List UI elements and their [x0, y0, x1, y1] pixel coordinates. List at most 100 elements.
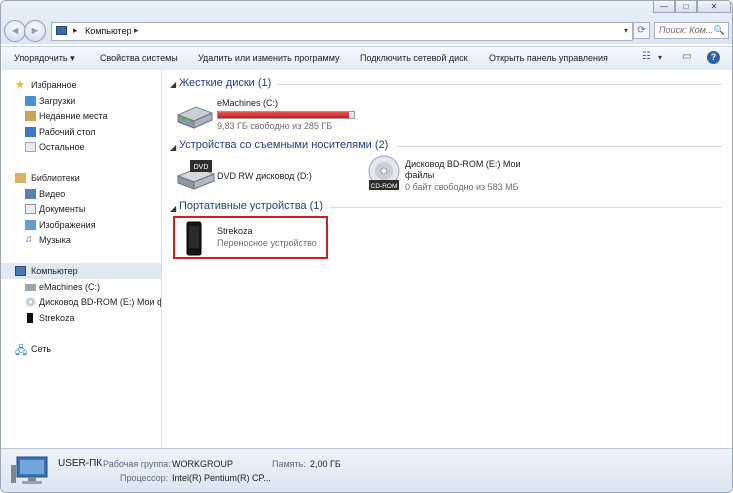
- star-icon: ★: [15, 79, 25, 91]
- group-divider: [397, 146, 722, 147]
- sidebar-item-label: Компьютер: [31, 266, 78, 276]
- workgroup-label: Рабочая группа:: [103, 459, 171, 469]
- sidebar-item-desktop[interactable]: Рабочий стол: [1, 124, 161, 140]
- address-area: — □ ✕ ◄ ► ▸ Компьютер ▸ ▾ ⟳ Поиск: Ком..…: [1, 1, 732, 44]
- sidebar-item-label: Изображения: [39, 220, 96, 230]
- navigation-pane: ★ Избранное Загрузки Недавние места Рабо…: [1, 70, 162, 448]
- memory-label: Память:: [272, 459, 306, 469]
- collapse-arrow-icon[interactable]: ◢: [170, 80, 176, 89]
- chevron-down-icon[interactable]: ▾: [624, 26, 628, 35]
- hard-drive-icon: [25, 284, 36, 291]
- folder-icon: [25, 142, 36, 152]
- bd-rom-name-line2: файлы: [405, 170, 435, 180]
- workgroup-value: WORKGROUP: [172, 459, 234, 469]
- computer-icon: [15, 266, 26, 276]
- sidebar-item-label: Загрузки: [39, 96, 76, 106]
- command-bar: Упорядочить ▾ Свойства системы Удалить и…: [1, 46, 732, 71]
- chevron-down-icon[interactable]: ▾: [658, 53, 662, 62]
- refresh-button[interactable]: ⟳: [633, 22, 650, 39]
- explorer-window: — □ ✕ ◄ ► ▸ Компьютер ▸ ▾ ⟳ Поиск: Ком..…: [0, 0, 733, 493]
- sidebar-item-label: Документы: [39, 204, 86, 214]
- address-location[interactable]: Компьютер: [85, 26, 132, 36]
- downloads-icon: [25, 96, 36, 106]
- drive-c-usage-bar: [217, 111, 355, 119]
- sidebar-item-recent[interactable]: Недавние места: [1, 108, 161, 124]
- sidebar-item-drive-c[interactable]: eMachines (C:): [1, 279, 161, 295]
- disc-icon: [25, 297, 36, 307]
- nav-buttons: ◄ ►: [4, 20, 50, 42]
- minimize-button[interactable]: —: [653, 1, 675, 13]
- sidebar-item-label: eMachines (C:): [39, 282, 101, 292]
- organize-button[interactable]: Упорядочить ▾: [14, 53, 75, 64]
- content-pane: ◢ Жесткие диски (1) eMachines (C:) 9,83 …: [162, 70, 732, 448]
- organize-label: Упорядочить: [14, 53, 68, 63]
- sidebar-item-label: Strekoza: [39, 313, 75, 323]
- search-input[interactable]: Поиск: Ком... 🔍: [654, 22, 729, 39]
- sidebar-item-downloads[interactable]: Загрузки: [1, 93, 161, 109]
- sidebar-item-favorites[interactable]: ★ Избранное: [1, 77, 161, 93]
- close-button[interactable]: ✕: [697, 1, 731, 13]
- computer-icon: [56, 26, 67, 35]
- sidebar-item-label: Видео: [39, 189, 66, 199]
- bd-rom-name-line1: Дисковод BD-ROM (E:) Мои: [405, 159, 521, 169]
- uninstall-program-button[interactable]: Удалить или изменить программу: [198, 53, 339, 63]
- sidebar-item-documents[interactable]: Документы: [1, 201, 161, 217]
- cd-rom-icon: CD-ROM: [368, 155, 400, 190]
- chevron-down-icon: ▾: [70, 53, 75, 63]
- phone-icon: [27, 313, 33, 323]
- drive-c-usage-fill: [218, 112, 350, 118]
- network-icon: 🖧: [15, 345, 28, 357]
- hard-drive-icon: [176, 106, 214, 129]
- chevron-right-icon[interactable]: ▸: [134, 25, 139, 36]
- sidebar-item-music[interactable]: ♫ Музыка: [1, 232, 161, 248]
- search-icon: 🔍: [713, 25, 725, 35]
- libraries-icon: [15, 173, 26, 183]
- images-icon: [25, 220, 36, 230]
- sidebar-item-strekoza[interactable]: Strekoza: [1, 310, 161, 326]
- sidebar-item-label: Рабочий стол: [39, 127, 96, 137]
- group-divider: [330, 207, 722, 208]
- forward-button[interactable]: ►: [24, 20, 46, 42]
- sidebar-item-video[interactable]: Видео: [1, 186, 161, 202]
- group-header-portable[interactable]: Портативные устройства (1): [179, 200, 323, 212]
- dvd-drive-icon: DVD: [176, 160, 216, 190]
- group-header-hard-drives[interactable]: Жесткие диски (1): [179, 77, 271, 89]
- back-button[interactable]: ◄: [4, 20, 26, 42]
- bd-rom-free-space: 0 байт свободно из 583 МБ: [405, 182, 519, 192]
- sidebar-item-label: Библиотеки: [31, 173, 80, 183]
- chevron-right-icon[interactable]: ▸: [73, 25, 78, 36]
- sidebar-item-label: Остальное: [39, 142, 85, 152]
- map-network-drive-button[interactable]: Подключить сетевой диск: [360, 53, 468, 63]
- recent-places-icon: [25, 111, 36, 121]
- details-pane: USER-ПК Рабочая группа: WORKGROUP Память…: [1, 448, 732, 492]
- sidebar-item-libraries[interactable]: Библиотеки: [1, 170, 161, 186]
- sidebar-item-label: Дисковод BD-ROM (E:) Мои фа: [39, 297, 161, 307]
- group-header-removable[interactable]: Устройства со съемными носителями (2): [179, 139, 388, 151]
- collapse-arrow-icon[interactable]: ◢: [170, 204, 176, 213]
- cpu-value: Intel(R) Pentium(R) CP...: [172, 473, 271, 483]
- open-control-panel-button[interactable]: Открыть панель управления: [489, 53, 608, 63]
- sidebar-item-label: Сеть: [31, 344, 52, 354]
- sidebar-item-other[interactable]: Остальное: [1, 139, 161, 155]
- computer-icon: [11, 456, 48, 484]
- desktop-icon: [25, 127, 36, 137]
- sidebar-item-images[interactable]: Изображения: [1, 217, 161, 233]
- memory-value: 2,00 ГБ: [310, 459, 341, 469]
- help-icon[interactable]: ?: [707, 51, 720, 64]
- sidebar-item-network[interactable]: 🖧 Сеть: [1, 341, 161, 357]
- sidebar-item-bd-rom[interactable]: Дисковод BD-ROM (E:) Мои фа: [1, 294, 161, 310]
- view-options-icon[interactable]: ☷: [642, 51, 651, 62]
- maximize-button[interactable]: □: [675, 1, 697, 13]
- cpu-label: Процессор:: [120, 473, 169, 483]
- video-icon: [25, 189, 36, 199]
- sidebar-item-label: Избранное: [31, 80, 77, 90]
- address-bar[interactable]: ▸ Компьютер ▸ ▾: [51, 22, 633, 41]
- selection-highlight-box: [173, 216, 328, 259]
- group-divider: [277, 84, 722, 85]
- drive-c-free-space: 9,83 ГБ свободно из 285 ГБ: [217, 121, 333, 131]
- sidebar-item-computer[interactable]: Компьютер: [1, 263, 161, 279]
- system-properties-button[interactable]: Свойства системы: [100, 53, 178, 63]
- sidebar-item-label: Недавние места: [39, 111, 108, 121]
- preview-pane-icon[interactable]: ▭: [682, 51, 691, 62]
- collapse-arrow-icon[interactable]: ◢: [170, 143, 176, 152]
